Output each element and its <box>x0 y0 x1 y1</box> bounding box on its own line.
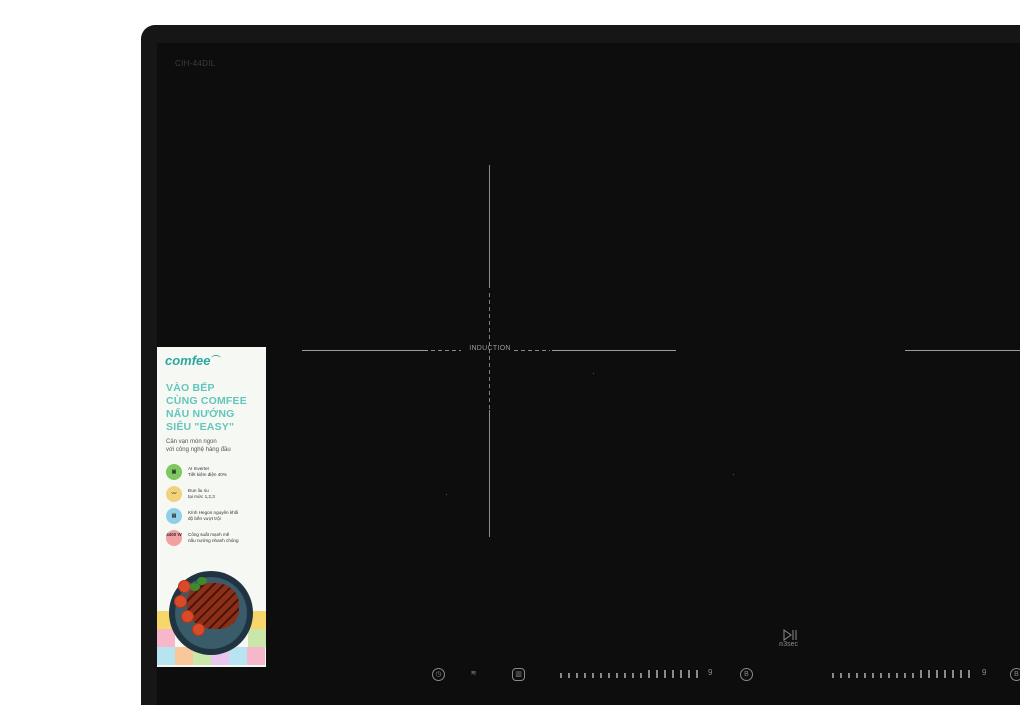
slider-tick <box>880 673 882 678</box>
slider-tick <box>640 673 642 678</box>
model-code: CIH-44DIL <box>175 59 216 68</box>
slider-tick <box>944 670 946 678</box>
slider-tick <box>664 670 666 678</box>
slider-tick <box>688 670 690 678</box>
headline-line: SIÊU "EASY" <box>166 421 235 433</box>
glass-surface <box>157 43 1020 705</box>
simmer-icon: 〰 <box>166 486 182 502</box>
feature-line: tại mức 1,2,3 <box>188 494 215 499</box>
slider-tick <box>648 670 650 678</box>
tomato-image <box>192 623 205 636</box>
slider-tick <box>840 673 842 678</box>
slider-max-label: 9 <box>982 668 987 677</box>
tomato-image <box>181 610 194 623</box>
feature-item: 〰 Đun liu riu tại mức 1,2,3 <box>166 486 264 504</box>
zone-select-icon[interactable]: ▥ <box>512 668 525 681</box>
power-slider-right[interactable] <box>832 668 982 680</box>
slider-tick <box>672 670 674 678</box>
slider-tick <box>584 673 586 678</box>
zone-dash-right <box>514 350 550 351</box>
zone-horizontal-guide-far <box>905 350 1020 351</box>
power-icon: 4400 W <box>166 530 182 546</box>
slider-tick <box>632 673 634 678</box>
chip-icon: ▣ <box>166 464 182 480</box>
timer-icon[interactable]: ◷ <box>432 668 445 681</box>
boost-icon[interactable]: B <box>1010 668 1020 681</box>
slider-tick <box>864 673 866 678</box>
slider-max-label: 9 <box>708 668 713 677</box>
slider-tick <box>696 670 698 678</box>
feature-item: ▤ Kính Hegon nguyên khối độ bền vượt trộ… <box>166 508 264 526</box>
slider-tick <box>968 670 970 678</box>
slider-tick <box>952 670 954 678</box>
slider-tick <box>576 673 578 678</box>
slider-tick <box>936 670 938 678</box>
headline-line: VÀO BẾP <box>166 382 215 394</box>
slider-tick <box>600 673 602 678</box>
pause-hold-label: ⍝3sec <box>779 641 798 649</box>
tomato-image <box>174 595 187 608</box>
feature-line: nấu nướng nhanh chóng <box>188 538 239 543</box>
headline-line: NẤU NƯỚNG <box>166 408 235 420</box>
subtitle-line: với công nghệ hàng đầu <box>166 447 231 453</box>
slider-tick <box>888 673 890 678</box>
slider-tick <box>624 673 626 678</box>
sticker-subtitle: Cân vạn món ngon với công nghệ hàng đầu <box>166 438 262 454</box>
feature-line: độ bền vượt trội <box>188 516 221 521</box>
slider-tick <box>832 673 834 678</box>
slider-tick <box>928 670 930 678</box>
pause-duration: 3sec <box>783 641 798 648</box>
heat-wave-icon[interactable]: ≋ <box>468 668 479 679</box>
slider-tick <box>912 673 914 678</box>
slider-tick <box>920 670 922 678</box>
zone-dash-left <box>431 350 461 351</box>
slider-tick <box>592 673 594 678</box>
slider-tick <box>848 673 850 678</box>
headline-line: CÙNG COMFEE <box>166 395 247 407</box>
slider-tick <box>616 673 618 678</box>
control-strip: ◷ ≋ ▥ 9 B 9 B <box>420 668 1020 681</box>
slider-tick <box>568 673 570 678</box>
feature-item: 4400 W Công suất mạnh mẽ nấu nướng nhanh… <box>166 530 264 548</box>
glass-speck <box>733 474 734 475</box>
brand-logo: comfee <box>165 353 211 368</box>
slider-tick <box>872 673 874 678</box>
slider-tick <box>608 673 610 678</box>
power-slider-left[interactable] <box>560 668 710 680</box>
slider-tick <box>656 670 658 678</box>
cooktop-frame <box>141 25 1020 705</box>
herb-image <box>190 583 200 591</box>
glass-speck <box>446 494 447 495</box>
brand-swoosh-icon <box>211 355 221 362</box>
boost-icon[interactable]: B <box>740 668 753 681</box>
slider-tick <box>680 670 682 678</box>
slider-tick <box>560 673 562 678</box>
glass-speck <box>593 373 594 374</box>
slider-tick <box>896 673 898 678</box>
promo-sticker: comfee VÀO BẾP CÙNG COMFEE NẤU NƯỚNG SIÊ… <box>157 347 266 667</box>
slider-tick <box>856 673 858 678</box>
play-pause-icon[interactable] <box>783 629 797 641</box>
zone-horizontal-guide-right <box>552 350 676 351</box>
feature-line: Tiết kiệm điện 40% <box>188 472 227 477</box>
sticker-headline: VÀO BẾP CÙNG COMFEE NẤU NƯỚNG SIÊU "EASY… <box>166 382 262 434</box>
glass-panel-icon: ▤ <box>166 508 182 524</box>
induction-label: INDUCTION <box>469 345 511 352</box>
subtitle-line: Cân vạn món ngon <box>166 439 217 445</box>
zone-horizontal-guide-left <box>302 350 428 351</box>
slider-tick <box>960 670 962 678</box>
feature-item: ▣ AI Inverter Tiết kiệm điện 40% <box>166 464 264 482</box>
slider-tick <box>904 673 906 678</box>
